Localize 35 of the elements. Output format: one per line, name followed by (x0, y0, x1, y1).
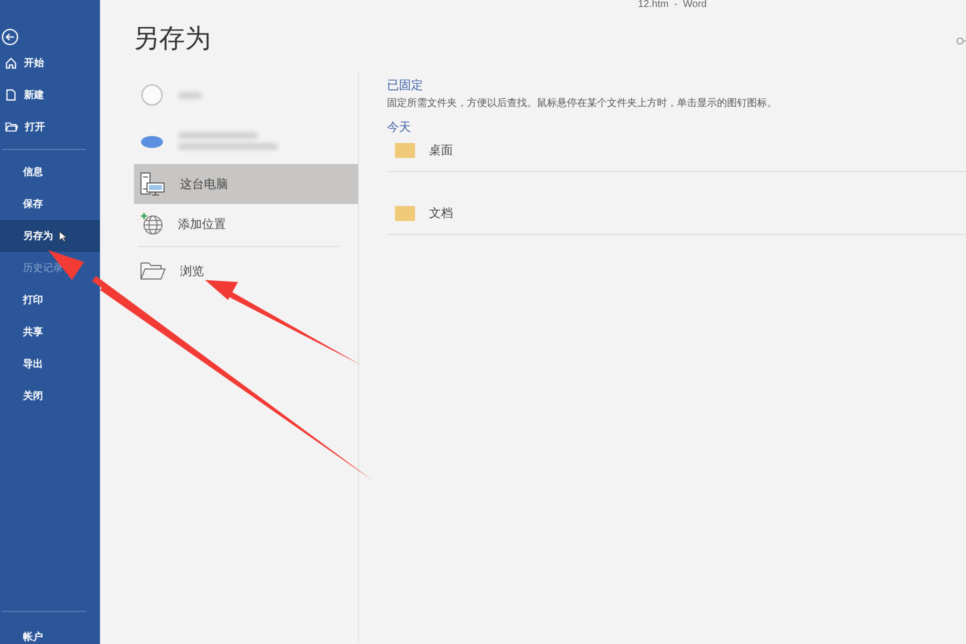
sidebar-item[interactable]: 打印 (0, 284, 100, 316)
cloud-icon (140, 133, 164, 149)
location-item[interactable]: 添加位置 (134, 204, 358, 244)
sidebar-item[interactable]: 另存为 (0, 220, 100, 252)
mouse-cursor-icon (59, 230, 67, 242)
sidebar-item[interactable]: 导出 (0, 348, 100, 380)
folder-item[interactable]: 桌面 (387, 136, 966, 172)
location-item[interactable]: 浏览 (134, 251, 358, 291)
folder-item[interactable]: 文档 (387, 172, 966, 235)
folder-icon (5, 121, 18, 133)
section-heading: 已固定 (387, 77, 424, 94)
location-item[interactable]: 这台电脑 (134, 164, 358, 204)
back-icon[interactable] (1, 28, 19, 46)
page-title: 另存为 (133, 24, 211, 56)
section-description: 固定所需文件夹，方便以后查找。鼠标悬停在某个文件夹上方时，单击显示的图钉图标。 (387, 96, 778, 110)
window-title: 12.htm - Word (638, 0, 707, 10)
section-heading: 今天 (387, 119, 412, 136)
sidebar-item[interactable]: 关闭 (0, 380, 100, 412)
globe-add-icon (140, 212, 164, 236)
sidebar-item[interactable]: 新建 (0, 79, 100, 111)
sidebar-item[interactable]: 共享 (0, 316, 100, 348)
document-icon (5, 89, 17, 101)
sidebar-item[interactable]: 帐户 (0, 618, 100, 644)
sidebar-item[interactable]: 打开 (0, 111, 100, 143)
pin-icon[interactable] (956, 36, 966, 46)
folder-icon (395, 143, 415, 158)
blurred-icon (140, 83, 164, 107)
computer-icon (140, 172, 166, 196)
sidebar-item[interactable]: 保存 (0, 188, 100, 220)
folder-icon (395, 206, 415, 221)
folder-icon (140, 261, 166, 281)
sidebar-item[interactable]: 开始 (0, 47, 100, 79)
blurred-text (178, 92, 202, 98)
home-icon (5, 57, 17, 69)
sidebar-item[interactable]: 信息 (0, 156, 100, 188)
